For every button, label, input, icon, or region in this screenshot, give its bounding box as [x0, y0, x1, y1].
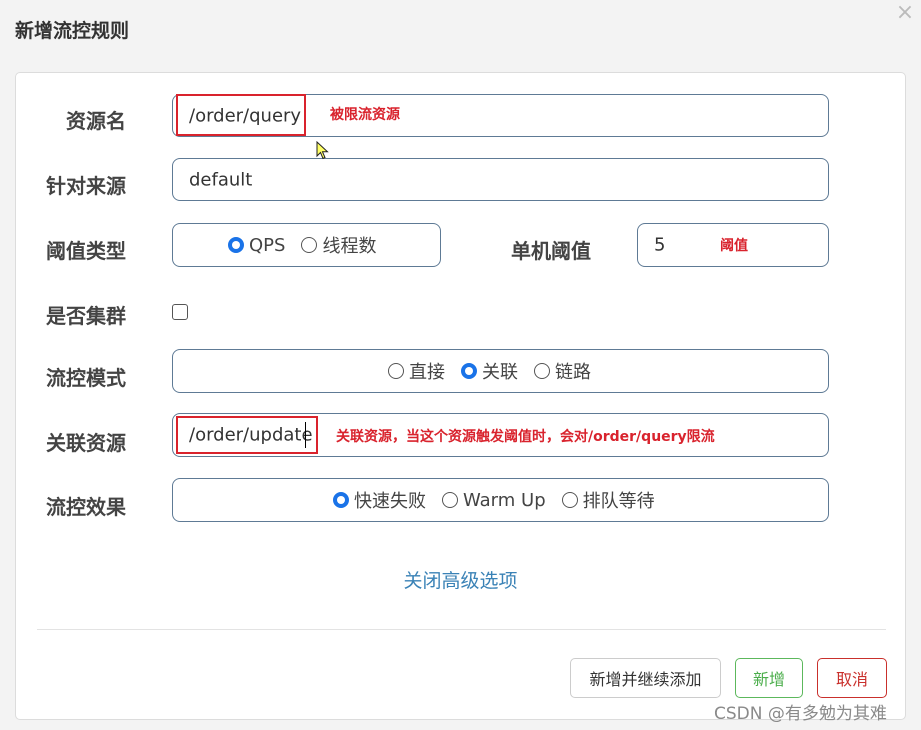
cancel-button[interactable]: 取消 [817, 658, 887, 698]
watermark: CSDN @有多勉为其难 [714, 704, 887, 724]
close-icon[interactable]: × [893, 2, 917, 26]
radio-queue-indicator[interactable] [561, 492, 578, 508]
footer-divider [37, 629, 886, 630]
ref-resource-annotation: 关联资源，当这个资源触发阈值时，会对/order/query限流 [336, 429, 715, 445]
radio-relate-indicator[interactable] [461, 363, 477, 379]
cluster-label: 是否集群 [46, 304, 126, 328]
control-behavior-label: 流控效果 [46, 495, 126, 519]
radio-fast-fail-indicator[interactable] [333, 492, 349, 508]
single-threshold-label: 单机阈值 [511, 239, 591, 263]
radio-direct[interactable]: 直接 [388, 358, 445, 384]
threshold-type-group: QPS 线程数 [172, 223, 441, 267]
ref-resource-label: 关联资源 [46, 431, 126, 455]
radio-qps-label: QPS [249, 234, 286, 256]
strategy-group: 直接 关联 链路 [172, 349, 829, 393]
radio-chain-indicator[interactable] [534, 363, 550, 379]
add-button[interactable]: 新增 [735, 658, 803, 698]
text-caret [305, 422, 306, 448]
radio-warm-up[interactable]: Warm Up [442, 490, 546, 511]
add-and-continue-button[interactable]: 新增并继续添加 [570, 658, 721, 698]
mouse-cursor-icon [316, 141, 329, 160]
radio-queue-label: 排队等待 [582, 491, 655, 512]
resource-annotation: 被限流资源 [330, 107, 400, 123]
threshold-annotation: 阈值 [720, 238, 748, 254]
single-threshold-value: 5 [654, 234, 666, 256]
control-behavior-group: 快速失败 Warm Up 排队等待 [172, 478, 829, 522]
radio-relate-label: 关联 [482, 362, 518, 383]
radio-fast-fail[interactable]: 快速失败 [333, 487, 426, 513]
radio-direct-indicator[interactable] [388, 363, 404, 379]
radio-fast-fail-label: 快速失败 [354, 491, 426, 512]
limit-app-value: default [189, 169, 253, 190]
close-advanced-options-link[interactable]: 关闭高级选项 [0, 566, 921, 593]
cluster-checkbox[interactable] [172, 304, 188, 320]
ref-resource-highlight-box [176, 416, 318, 454]
strategy-label: 流控模式 [46, 366, 126, 390]
radio-qps[interactable]: QPS [228, 235, 285, 256]
radio-thread-count-indicator[interactable] [301, 237, 318, 253]
radio-warm-up-label: Warm Up [463, 489, 546, 511]
radio-direct-label: 直接 [409, 362, 445, 383]
radio-chain[interactable]: 链路 [534, 358, 591, 384]
threshold-type-label: 阈值类型 [46, 239, 126, 263]
radio-queue[interactable]: 排队等待 [561, 487, 655, 513]
radio-relate[interactable]: 关联 [461, 358, 518, 384]
radio-warm-up-indicator[interactable] [442, 492, 458, 508]
radio-thread-count-label: 线程数 [322, 236, 377, 257]
radio-thread-count[interactable]: 线程数 [301, 232, 376, 258]
radio-chain-label: 链路 [555, 362, 591, 383]
radio-qps-indicator[interactable] [228, 237, 244, 253]
limit-app-input[interactable]: default [172, 158, 829, 201]
resource-label: 资源名 [66, 109, 126, 133]
limit-app-label: 针对来源 [46, 174, 126, 198]
dialog-title: 新增流控规则 [15, 20, 130, 42]
resource-highlight-box [176, 94, 306, 136]
